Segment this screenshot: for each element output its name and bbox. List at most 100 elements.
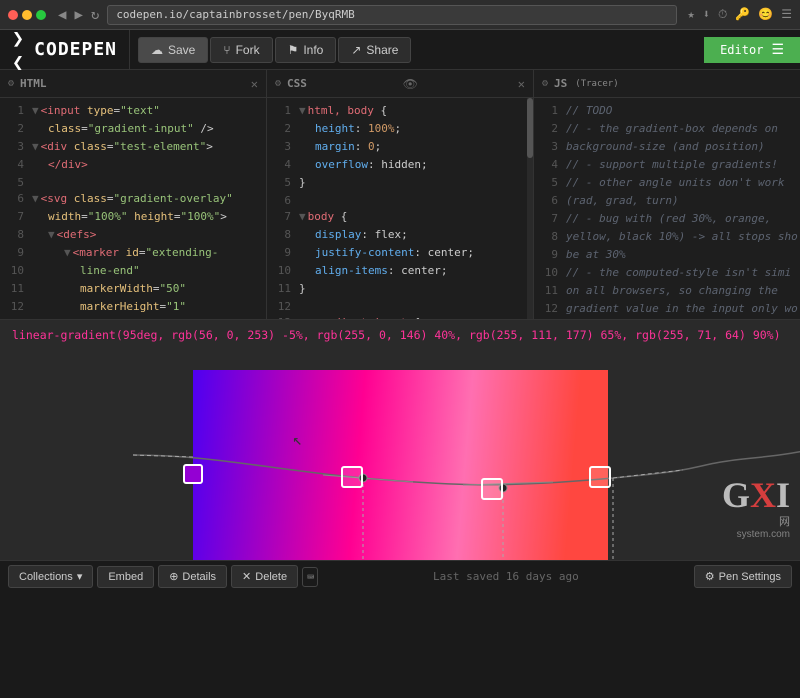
code-line: 9 be at 30% (534, 246, 800, 264)
editor-label: Editor (720, 43, 763, 57)
css-scroll-thumb[interactable] (527, 98, 533, 158)
minimize-dot[interactable] (22, 10, 32, 20)
collections-label: Collections (19, 571, 73, 583)
color-stop-3[interactable] (481, 478, 503, 500)
css-close-icon[interactable]: ✕ (518, 77, 525, 91)
code-line: 8 ▼<defs> (0, 226, 266, 244)
code-line: 13 on firefox for now. (534, 318, 800, 319)
fork-button[interactable]: ⑂ Fork (210, 37, 272, 63)
watermark-subtext: system.com (722, 529, 790, 540)
code-line: 4 overflow: hidden; (267, 156, 533, 174)
gradient-value-text: linear-gradient(95deg, rgb(56, 0, 253) -… (0, 320, 800, 350)
code-line: 8 yellow, black 10%) -> all stops sho (534, 228, 800, 246)
close-dot[interactable] (8, 10, 18, 20)
js-code-content[interactable]: 1 // TODO 2 // - the gradient-box depend… (534, 98, 800, 319)
header-actions: ☁ Save ⑂ Fork ⚑ Info ↗ Share (130, 37, 419, 63)
code-line: 11 } (267, 280, 533, 298)
keyboard-shortcut[interactable]: ⌨ (302, 567, 318, 587)
eye-icon[interactable]: 👁 (403, 77, 418, 91)
code-line: 1 // TODO (534, 102, 800, 120)
codepen-logo[interactable]: ❯❮ CODEPEN (0, 30, 130, 69)
info-button[interactable]: ⚑ Info (275, 37, 337, 63)
code-line: 3 ▼<div class="test-element"> (0, 138, 266, 156)
code-line: 2 // - the gradient-box depends on (534, 120, 800, 138)
code-line: 6 ▼<svg class="gradient-overlay" (0, 190, 266, 208)
html-panel-title: HTML (20, 77, 47, 90)
collections-caret: ▾ (77, 570, 83, 583)
code-line: 9 ▼<marker id="extending- (0, 244, 266, 262)
html-code-content[interactable]: 1 ▼<input type="text" 2 class="gradient-… (0, 98, 266, 319)
key-icon[interactable]: 🔑 (735, 7, 750, 22)
pen-settings-button[interactable]: ⚙ Pen Settings (694, 565, 792, 588)
bezier-curve (133, 442, 800, 485)
code-line: 11 on all browsers, so changing the (534, 282, 800, 300)
gradient-visualization: ↖ (193, 370, 608, 560)
code-line: 10 // - the computed-style isn't simi (534, 264, 800, 282)
last-saved-label: Last saved 16 days ago (433, 570, 579, 583)
profile-icon[interactable]: 😊 (758, 7, 773, 22)
html-panel: ⚙ HTML ✕ 1 ▼<input type="text" 2 class="… (0, 70, 267, 319)
info-icon: ⚑ (288, 43, 299, 57)
code-line: 5 (0, 174, 266, 190)
delete-button[interactable]: ✕ Delete (231, 565, 298, 588)
code-line: 8 display: flex; (267, 226, 533, 244)
color-stop-purple[interactable] (183, 464, 203, 484)
code-line: 7 ▼body { (267, 208, 533, 226)
html-panel-header: ⚙ HTML ✕ (0, 70, 266, 98)
save-icon: ☁ (151, 43, 163, 57)
css-panel-title: CSS (287, 77, 307, 90)
watermark-url: 网 (722, 513, 790, 529)
details-button[interactable]: ⊕ Details (158, 565, 227, 588)
css-panel-header: ⚙ CSS 👁 ✕ (267, 70, 533, 98)
css-scrollbar[interactable] (527, 98, 533, 319)
canvas-area: ↖ GXI 网 system.com (0, 350, 800, 560)
code-line: 9 justify-content: center; (267, 244, 533, 262)
pen-settings-label: Pen Settings (719, 571, 781, 583)
js-panel: ⚙ JS (Tracer) 1 // TODO 2 // - the gradi… (534, 70, 800, 319)
maximize-dot[interactable] (36, 10, 46, 20)
code-line: 2 class="gradient-input" /> (0, 120, 266, 138)
browser-nav: ◀ ▶ ↻ (56, 7, 101, 23)
share-button[interactable]: ↗ Share (338, 37, 411, 63)
code-line: 6 (267, 192, 533, 208)
code-line: 10 line-end" (0, 262, 266, 280)
refresh-button[interactable]: ↻ (89, 7, 101, 23)
code-line: 7 width="100%" height="100%"> (0, 208, 266, 226)
tracer-label: (Tracer) (575, 79, 618, 89)
embed-label: Embed (108, 571, 143, 583)
history-icon[interactable]: ⏱ (718, 7, 727, 22)
details-icon: ⊕ (169, 570, 178, 583)
watermark: GXI 网 system.com (722, 477, 790, 540)
download-icon[interactable]: ⬇ (703, 7, 710, 22)
code-line: 3 background-size (and position) (534, 138, 800, 156)
code-line: 13 orient="auto" (0, 316, 266, 319)
save-button[interactable]: ☁ Save (138, 37, 208, 63)
forward-button[interactable]: ▶ (72, 7, 84, 23)
back-button[interactable]: ◀ (56, 7, 68, 23)
save-label: Save (168, 43, 195, 57)
window-controls (8, 10, 46, 20)
info-label: Info (303, 43, 323, 57)
code-line: 12 (267, 298, 533, 314)
html-close-icon[interactable]: ✕ (251, 77, 258, 91)
details-label: Details (182, 571, 216, 583)
code-line: 13 ▼.gradient-input { (267, 314, 533, 319)
control-overlay (193, 370, 608, 560)
address-bar[interactable]: codepen.io/captainbrosset/pen/ByqRMB (107, 5, 677, 25)
embed-button[interactable]: Embed (97, 566, 154, 588)
css-code-content[interactable]: 1 ▼html, body { 2 height: 100%; 3 margin… (267, 98, 533, 319)
tangent-1 (323, 475, 413, 482)
footer: Collections ▾ Embed ⊕ Details ✕ Delete ⌨… (0, 560, 800, 592)
color-stop-4[interactable] (589, 466, 611, 488)
share-label: Share (366, 43, 398, 57)
browser-chrome: ◀ ▶ ↻ codepen.io/captainbrosset/pen/ByqR… (0, 0, 800, 30)
menu-icon[interactable]: ☰ (781, 7, 792, 22)
code-line: 11 markerWidth="50" (0, 280, 266, 298)
last-saved-text: Last saved 16 days ago (322, 570, 690, 583)
code-line: 1 ▼<input type="text" (0, 102, 266, 120)
color-stop-2[interactable] (341, 466, 363, 488)
collections-button[interactable]: Collections ▾ (8, 565, 93, 588)
hamburger-icon[interactable]: ☰ (771, 42, 784, 58)
star-icon[interactable]: ★ (687, 7, 694, 22)
editor-mode[interactable]: Editor ☰ (704, 37, 800, 63)
